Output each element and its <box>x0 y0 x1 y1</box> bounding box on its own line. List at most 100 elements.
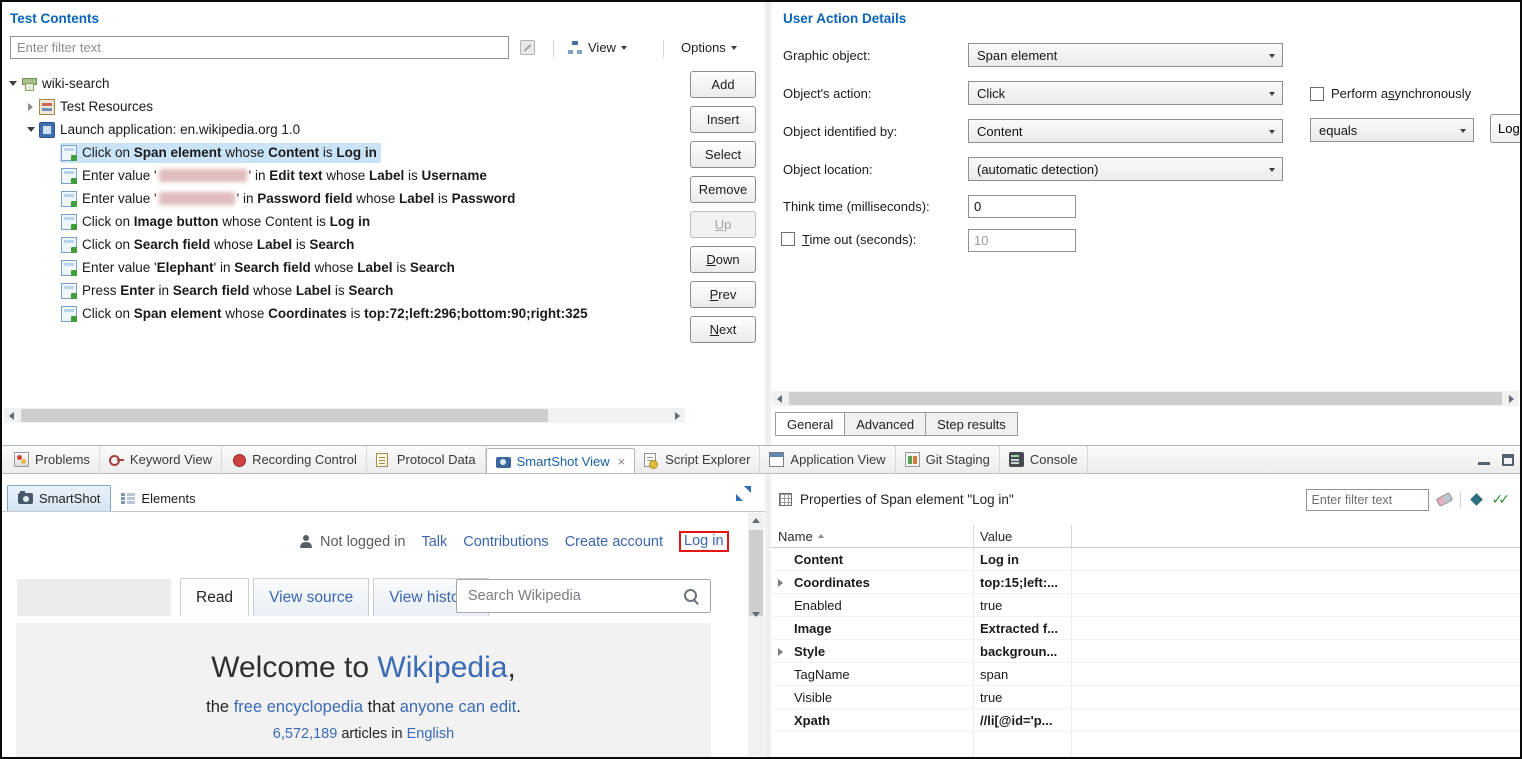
timeout-checkbox[interactable] <box>781 232 795 246</box>
filter-input[interactable] <box>10 36 509 59</box>
think-time-input[interactable] <box>968 195 1076 218</box>
horizontal-scrollbar[interactable] <box>772 391 1519 406</box>
tree-step[interactable]: Click on Span element whose Content is L… <box>4 141 683 164</box>
scroll-down-icon[interactable] <box>748 473 763 756</box>
vertical-scrollbar[interactable] <box>748 513 764 756</box>
timeout-input[interactable] <box>968 229 1076 252</box>
tab-smartshot[interactable]: SmartShot <box>7 485 111 511</box>
perform-async-checkbox[interactable] <box>1310 87 1324 101</box>
free-encyclopedia-link[interactable]: free encyclopedia <box>234 698 363 716</box>
property-row[interactable]: Visibletrue <box>771 686 1520 709</box>
chevron-down-icon <box>731 46 737 50</box>
wiki-tab-read[interactable]: Read <box>180 578 249 616</box>
tab-git-staging[interactable]: Git Staging <box>896 446 1000 473</box>
window-buttons <box>1478 446 1514 473</box>
object-identified-by-select[interactable]: Content <box>968 119 1283 143</box>
options-menu-button[interactable]: Options <box>681 40 737 55</box>
log-button[interactable]: Log <box>1490 114 1520 143</box>
minimize-icon[interactable] <box>1478 454 1490 466</box>
property-row[interactable]: Enabledtrue <box>771 594 1520 617</box>
erase-filter-icon[interactable] <box>1435 492 1452 507</box>
property-row[interactable]: Stylebackgroun... <box>771 640 1520 663</box>
double-checkmark-icon[interactable]: ✓✓ <box>1492 491 1510 508</box>
property-row[interactable]: Xpath//li[@id='p... <box>771 709 1520 732</box>
tab-protocol-data[interactable]: Protocol Data <box>367 446 486 473</box>
tab-elements[interactable]: Elements <box>111 485 205 511</box>
tree-node-label: Test Resources <box>60 99 153 114</box>
prev-button[interactable]: Prev <box>690 281 756 308</box>
tab-advanced[interactable]: Advanced <box>844 412 926 436</box>
match-operator-select[interactable]: equals <box>1310 118 1474 142</box>
insert-button[interactable]: Insert <box>690 106 756 133</box>
think-time-label: Think time (milliseconds): <box>783 199 930 214</box>
wiki-search-box[interactable]: Search Wikipedia <box>456 579 711 613</box>
scroll-right-icon[interactable] <box>670 408 685 423</box>
tab-general[interactable]: General <box>775 412 845 436</box>
expand-icon[interactable] <box>22 95 39 118</box>
collapse-icon[interactable] <box>22 118 39 141</box>
selected-value: Click <box>977 86 1005 101</box>
diamond-icon[interactable] <box>1470 493 1483 506</box>
wiki-tab-view-source[interactable]: View source <box>253 578 369 616</box>
object-location-select[interactable]: (automatic detection) <box>968 157 1283 181</box>
perform-async-option[interactable]: Perform asynchronously <box>1310 86 1471 101</box>
tree-node-root[interactable]: wiki-search <box>4 72 683 95</box>
property-row[interactable]: ImageExtracted f... <box>771 617 1520 640</box>
tab-application-view[interactable]: Application View <box>760 446 895 473</box>
tree-step[interactable]: Enter value '' in Edit text whose Label … <box>4 164 683 187</box>
property-row[interactable]: ContentLog in <box>771 548 1520 571</box>
tab-console[interactable]: Console <box>1000 446 1088 473</box>
column-header-name[interactable]: Name <box>771 525 974 547</box>
property-row[interactable]: TagNamespan <box>771 663 1520 686</box>
tree-step[interactable]: Enter value 'Elephant' in Search field w… <box>4 256 683 279</box>
english-link[interactable]: English <box>407 726 455 742</box>
horizontal-scrollbar[interactable] <box>4 408 685 423</box>
scrollbar-thumb[interactable] <box>21 409 548 422</box>
clear-filter-icon[interactable] <box>520 40 535 55</box>
anyone-can-edit-link[interactable]: anyone can edit <box>400 698 517 716</box>
text-run: . <box>516 698 521 716</box>
maximize-icon[interactable] <box>1502 454 1514 466</box>
scroll-left-icon[interactable] <box>4 408 19 423</box>
tab-script-explorer[interactable]: Script Explorer <box>635 446 760 473</box>
tree-step[interactable]: Enter value '' in Password field whose L… <box>4 187 683 210</box>
scrollbar-thumb[interactable] <box>789 392 1502 405</box>
expand-icon[interactable] <box>778 648 783 656</box>
contributions-link[interactable]: Contributions <box>463 534 548 550</box>
tree-step[interactable]: Click on Span element whose Coordinates … <box>4 302 683 325</box>
tab-smartshot-view[interactable]: SmartShot View× <box>486 448 636 473</box>
6-572-189-link[interactable]: 6,572,189 <box>273 726 338 742</box>
tab-step-results[interactable]: Step results <box>925 412 1018 436</box>
tab-recording-control[interactable]: Recording Control <box>222 446 367 473</box>
remove-button[interactable]: Remove <box>690 176 756 203</box>
object-s-action-select[interactable]: Click <box>968 81 1283 105</box>
down-button[interactable]: Down <box>690 246 756 273</box>
tab-problems[interactable]: Problems <box>5 446 100 473</box>
tree-step[interactable]: Press Enter in Search field whose Label … <box>4 279 683 302</box>
select-button[interactable]: Select <box>690 141 756 168</box>
graphic-object-select[interactable]: Span element <box>968 43 1283 67</box>
up-button[interactable]: Up <box>690 211 756 238</box>
tree-node-launch-application[interactable]: Launch application: en.wikipedia.org 1.0 <box>4 118 683 141</box>
close-icon[interactable]: × <box>618 455 626 468</box>
smartshot-screenshot[interactable]: Not logged in Talk Contributions Create acc… <box>2 513 748 757</box>
scroll-left-icon[interactable] <box>772 391 787 406</box>
tree-step[interactable]: Click on Image button whose Content is L… <box>4 210 683 233</box>
collapse-icon[interactable] <box>4 72 21 95</box>
expand-icon[interactable] <box>778 579 783 587</box>
property-row[interactable]: Coordinatestop:15;left:... <box>771 571 1520 594</box>
next-button[interactable]: Next <box>690 316 756 343</box>
tree-node-test-resources[interactable]: Test Resources <box>4 95 683 118</box>
tab-keyword-view[interactable]: Keyword View <box>100 446 222 473</box>
scroll-right-icon[interactable] <box>1504 391 1519 406</box>
column-header-value[interactable]: Value <box>974 525 1072 547</box>
add-button[interactable]: Add <box>690 71 756 98</box>
log-in-link[interactable]: Log in <box>679 531 729 552</box>
talk-link[interactable]: Talk <box>421 534 447 550</box>
view-menu-button[interactable]: View <box>567 40 627 55</box>
not-logged-in-link: Not logged in <box>320 534 405 550</box>
properties-filter-input[interactable] <box>1306 489 1429 511</box>
tree-step[interactable]: Click on Search field whose Label is Sea… <box>4 233 683 256</box>
create-account-link[interactable]: Create account <box>565 534 663 550</box>
wikipedia-link[interactable]: Wikipedia <box>377 651 507 684</box>
